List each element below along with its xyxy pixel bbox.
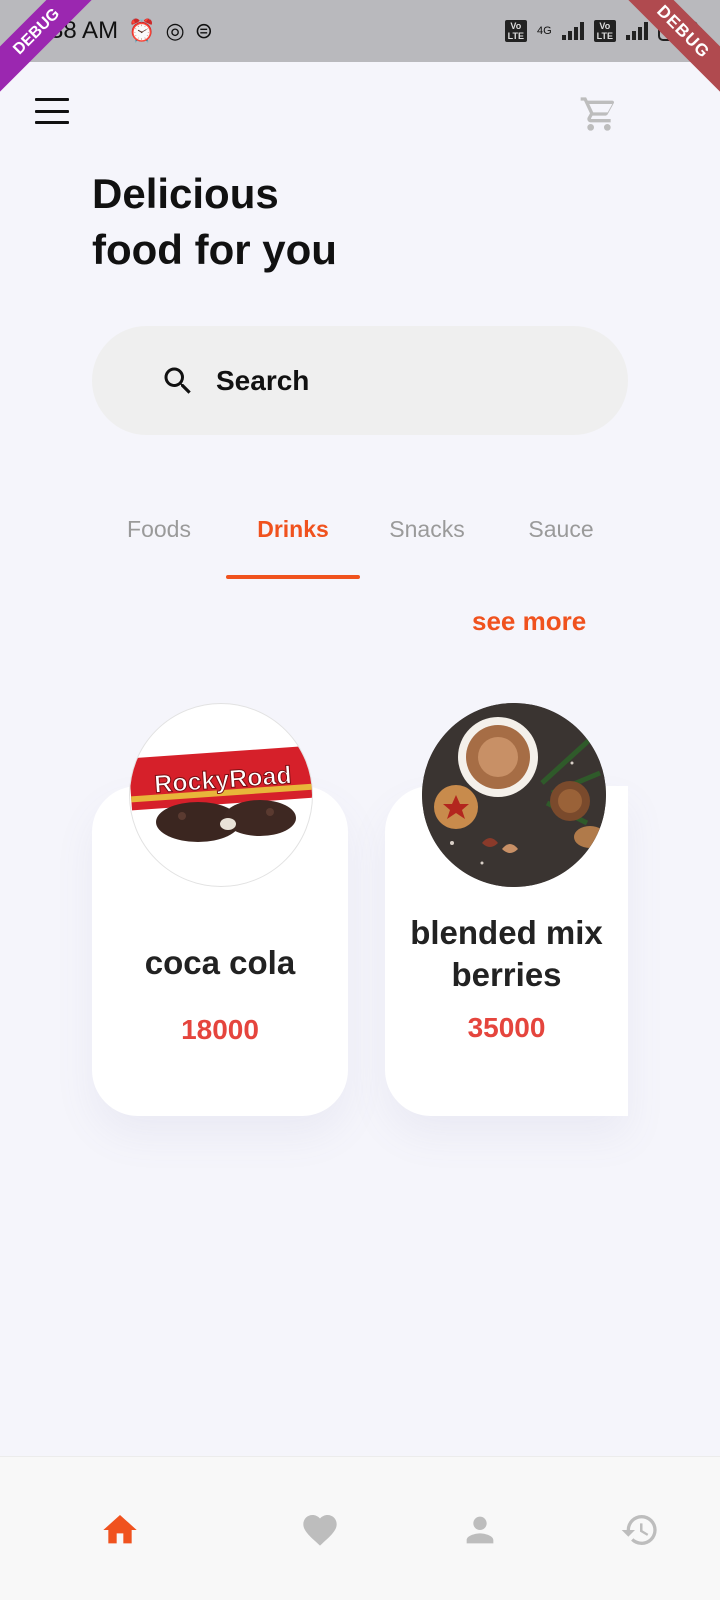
candy-bar-image: RockyRoad [130, 745, 312, 842]
whatsapp-icon: ◎ [165, 18, 185, 43]
tab-sauce[interactable]: Sauce [494, 516, 628, 543]
volte-icon-2: Vo LTE [593, 20, 616, 42]
see-more-link[interactable]: see more [472, 606, 586, 637]
product-image-2[interactable] [422, 703, 606, 887]
product-name: coca cola [144, 944, 296, 981]
page-title: Delicious food for you [92, 166, 337, 278]
tab-foods[interactable]: Foods [92, 516, 226, 543]
signal-icon [561, 22, 584, 40]
bottom-navigation [0, 1456, 720, 1600]
home-icon[interactable] [100, 1510, 140, 1550]
active-tab-indicator [226, 575, 360, 579]
search-input[interactable] [216, 364, 576, 397]
product-price: 18000 [181, 1014, 259, 1045]
notification-icon: ⊜ [194, 18, 214, 43]
product-image-1[interactable]: RockyRoad [129, 703, 313, 887]
page-title-line1: Delicious [92, 170, 279, 217]
person-icon[interactable] [460, 1510, 500, 1550]
cart-icon[interactable] [578, 94, 620, 134]
product-name: blended mix berries [410, 914, 603, 993]
tab-drinks[interactable]: Drinks [226, 516, 360, 543]
heart-icon[interactable] [300, 1510, 340, 1550]
search-icon [164, 367, 191, 394]
menu-icon[interactable] [35, 98, 69, 124]
product-price: 35000 [467, 1012, 546, 1043]
status-bar: 9:38 AM ⏰ ◎ ⊜ VoLTE 4G VoLTE 4 [0, 0, 720, 62]
hot-chocolate-image [422, 703, 606, 887]
page-title-line2: food for you [92, 226, 337, 273]
alarm-icon: ⏰ [128, 18, 156, 43]
volte-icon: Vo LTE [504, 20, 527, 42]
network-type: 4G [536, 25, 552, 37]
tab-snacks[interactable]: Snacks [360, 516, 494, 543]
signal-icon-2 [626, 22, 648, 40]
history-icon[interactable] [620, 1510, 660, 1550]
category-tabs: Foods Drinks Snacks Sauce [92, 516, 628, 580]
search-bar[interactable] [92, 326, 628, 435]
